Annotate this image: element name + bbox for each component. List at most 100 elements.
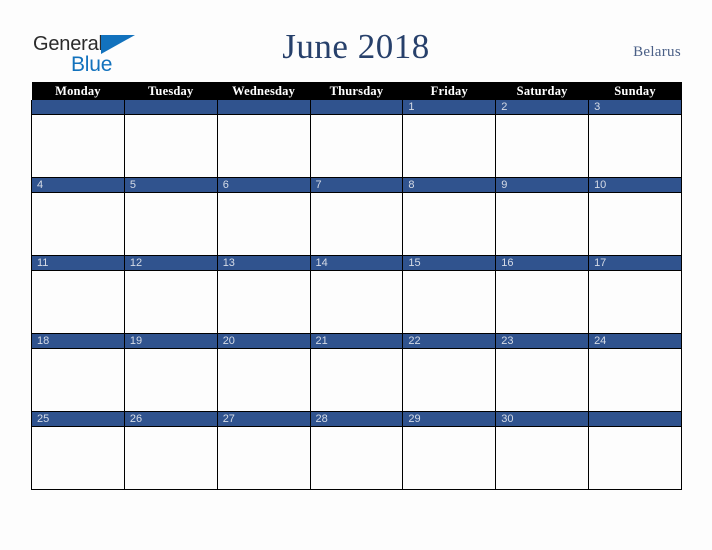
day-cell[interactable]: 8 xyxy=(402,177,497,256)
day-cell[interactable]: 12 xyxy=(123,255,218,334)
day-content-area[interactable] xyxy=(589,349,681,410)
day-cell[interactable]: 4 xyxy=(31,177,125,256)
day-content-area[interactable] xyxy=(217,427,310,488)
day-content-area[interactable] xyxy=(32,193,124,254)
day-content-area[interactable] xyxy=(496,115,589,176)
week-row: 11 12 13 14 15 16 17 xyxy=(31,255,682,334)
day-cell[interactable] xyxy=(309,100,404,178)
day-cell[interactable] xyxy=(588,411,682,490)
day-number: 5 xyxy=(129,179,136,191)
day-number-bar: 29 xyxy=(403,412,496,427)
day-content-area[interactable] xyxy=(217,349,310,410)
day-cell[interactable]: 7 xyxy=(309,177,404,256)
day-number-bar: 15 xyxy=(403,256,496,271)
day-number-bar xyxy=(310,100,403,115)
day-cell[interactable]: 2 xyxy=(495,100,590,178)
day-cell[interactable]: 10 xyxy=(588,177,682,256)
day-cell[interactable]: 3 xyxy=(588,100,682,178)
day-cell[interactable]: 17 xyxy=(588,255,682,334)
day-content-area[interactable] xyxy=(217,193,310,254)
day-number: 1 xyxy=(408,101,415,113)
week-row: 25 26 27 28 29 30 xyxy=(31,411,682,490)
day-number: 2 xyxy=(501,101,508,113)
day-cell[interactable]: 21 xyxy=(309,333,404,412)
day-cell[interactable]: 16 xyxy=(495,255,590,334)
day-content-area[interactable] xyxy=(124,115,217,176)
day-content-area[interactable] xyxy=(217,115,310,176)
day-content-area[interactable] xyxy=(589,427,681,488)
day-cell[interactable] xyxy=(123,100,218,178)
day-content-area[interactable] xyxy=(32,427,124,488)
calendar-page: General Blue June 2018 Belarus Monday Tu… xyxy=(0,0,712,550)
day-cell[interactable]: 5 xyxy=(123,177,218,256)
day-content-area[interactable] xyxy=(403,427,496,488)
day-cell[interactable]: 6 xyxy=(216,177,311,256)
day-content-area[interactable] xyxy=(403,349,496,410)
day-content-area[interactable] xyxy=(32,271,124,332)
day-cell[interactable]: 24 xyxy=(588,333,682,412)
day-content-area[interactable] xyxy=(310,349,403,410)
day-cell[interactable]: 27 xyxy=(216,411,311,490)
day-content-area[interactable] xyxy=(403,271,496,332)
day-number: 20 xyxy=(222,335,235,347)
day-content-area[interactable] xyxy=(124,271,217,332)
day-content-area[interactable] xyxy=(217,271,310,332)
calendar-body: 1 2 3 4 5 6 7 8 9 10 11 12 13 14 15 16 1… xyxy=(31,100,682,490)
day-cell[interactable]: 14 xyxy=(309,255,404,334)
country-label: Belarus xyxy=(633,44,681,60)
day-content-area[interactable] xyxy=(589,193,681,254)
day-number-bar: 19 xyxy=(124,334,217,349)
day-cell[interactable]: 20 xyxy=(216,333,311,412)
day-number-bar: 2 xyxy=(496,100,589,115)
day-cell[interactable]: 13 xyxy=(216,255,311,334)
day-number-bar: 22 xyxy=(403,334,496,349)
day-content-area[interactable] xyxy=(496,427,589,488)
day-content-area[interactable] xyxy=(589,271,681,332)
day-cell[interactable]: 1 xyxy=(402,100,497,178)
day-number-bar: 7 xyxy=(310,178,403,193)
day-number: 28 xyxy=(315,413,328,425)
day-content-area[interactable] xyxy=(496,271,589,332)
day-content-area[interactable] xyxy=(310,427,403,488)
day-cell[interactable] xyxy=(31,100,125,178)
day-number: 10 xyxy=(594,179,607,191)
day-content-area[interactable] xyxy=(124,193,217,254)
day-content-area[interactable] xyxy=(589,115,681,176)
day-cell[interactable]: 28 xyxy=(309,411,404,490)
day-number: 18 xyxy=(37,335,50,347)
day-cell[interactable]: 30 xyxy=(495,411,590,490)
day-number: 22 xyxy=(408,335,421,347)
day-cell[interactable]: 25 xyxy=(31,411,125,490)
page-title: June 2018 xyxy=(282,27,430,66)
day-number-bar: 18 xyxy=(32,334,124,349)
day-number: 27 xyxy=(222,413,235,425)
day-cell[interactable]: 22 xyxy=(402,333,497,412)
day-content-area[interactable] xyxy=(310,115,403,176)
day-number-bar: 8 xyxy=(403,178,496,193)
day-cell[interactable]: 26 xyxy=(123,411,218,490)
day-content-area[interactable] xyxy=(124,349,217,410)
day-content-area[interactable] xyxy=(32,349,124,410)
day-number-bar: 6 xyxy=(217,178,310,193)
day-content-area[interactable] xyxy=(496,193,589,254)
day-content-area[interactable] xyxy=(496,349,589,410)
day-cell[interactable]: 19 xyxy=(123,333,218,412)
weekday-header-friday: Friday xyxy=(430,83,468,98)
day-cell[interactable]: 9 xyxy=(495,177,590,256)
day-content-area[interactable] xyxy=(403,193,496,254)
day-content-area[interactable] xyxy=(403,115,496,176)
day-content-area[interactable] xyxy=(310,271,403,332)
day-cell[interactable]: 29 xyxy=(402,411,497,490)
day-cell[interactable] xyxy=(216,100,311,178)
day-number-bar xyxy=(589,412,681,427)
day-content-area[interactable] xyxy=(32,115,124,176)
day-number: 9 xyxy=(501,179,508,191)
day-cell[interactable]: 18 xyxy=(31,333,125,412)
day-number-bar: 16 xyxy=(496,256,589,271)
weekday-header-sunday: Sunday xyxy=(614,83,656,98)
day-content-area[interactable] xyxy=(310,193,403,254)
day-cell[interactable]: 11 xyxy=(31,255,125,334)
day-content-area[interactable] xyxy=(124,427,217,488)
day-cell[interactable]: 15 xyxy=(402,255,497,334)
day-cell[interactable]: 23 xyxy=(495,333,590,412)
